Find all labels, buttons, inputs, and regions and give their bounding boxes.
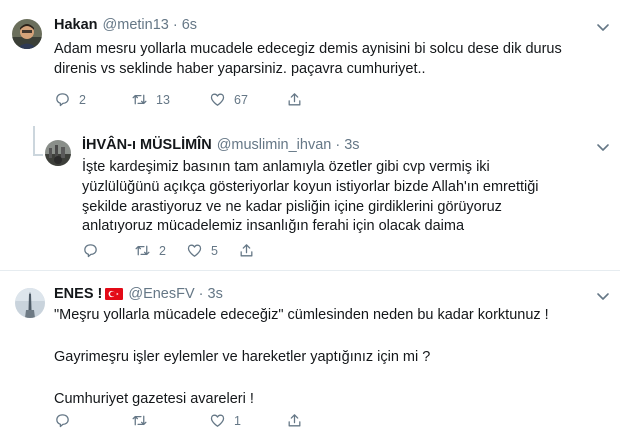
retweet-icon: [135, 245, 150, 256]
tweet-time[interactable]: 3s: [344, 137, 359, 153]
author-name[interactable]: İHVÂN-ı MÜSLİMÎN: [82, 137, 212, 153]
like-icon: [187, 244, 202, 257]
retweet-count: 13: [156, 92, 170, 107]
author-name[interactable]: Hakan: [54, 17, 98, 33]
tweet-text: İşte kardeşimiz basının tam anlamıyla öz…: [82, 159, 539, 235]
retweet-button[interactable]: 2: [134, 242, 186, 259]
tweet-text: Adam mesru yollarla mucadele edecegiz de…: [54, 41, 562, 77]
reply-icon: [56, 93, 69, 107]
retweet-icon: [132, 94, 147, 105]
tweet-enes[interactable]: ENES ! @EnesFV · 3s "Meşru yollarla müca…: [0, 271, 620, 440]
avatar-hakan[interactable]: [12, 19, 42, 49]
like-icon: [210, 414, 225, 427]
like-icon: [210, 93, 225, 106]
turkey-flag-icon: [105, 288, 124, 300]
share-icon: [240, 244, 253, 257]
chevron-down-icon[interactable]: [596, 289, 610, 303]
share-button[interactable]: [238, 242, 255, 259]
reply-button[interactable]: [54, 412, 131, 429]
reply-count: 2: [79, 92, 86, 107]
like-button[interactable]: 67: [209, 91, 286, 108]
like-count: 67: [234, 92, 248, 107]
author-handle[interactable]: @muslimin_ihvan: [217, 137, 332, 153]
reply-button[interactable]: 2: [54, 91, 131, 108]
retweet-count: 2: [159, 243, 166, 258]
share-icon: [288, 93, 301, 106]
like-count: 1: [234, 413, 241, 428]
separator-dot: ·: [335, 137, 341, 153]
author-handle[interactable]: @EnesFV: [128, 286, 194, 302]
separator-dot: ·: [198, 286, 204, 302]
like-count: 5: [211, 243, 218, 258]
avatar-enes[interactable]: [15, 288, 45, 318]
author-handle[interactable]: @metin13: [103, 17, 169, 33]
share-button[interactable]: [286, 412, 303, 429]
retweet-button[interactable]: 13: [131, 91, 209, 108]
reply-button[interactable]: [82, 242, 134, 259]
avatar-ihvan[interactable]: [45, 140, 71, 166]
reply-icon: [56, 414, 69, 428]
tweet-time[interactable]: 3s: [208, 286, 223, 302]
share-button[interactable]: [286, 91, 303, 108]
chevron-down-icon[interactable]: [596, 20, 610, 34]
chevron-down-icon[interactable]: [596, 140, 610, 154]
like-button[interactable]: 1: [209, 412, 286, 429]
like-button[interactable]: 5: [186, 242, 238, 259]
tweet-time[interactable]: 6s: [182, 17, 197, 33]
author-name[interactable]: ENES !: [54, 286, 102, 302]
tweet-hakan[interactable]: Hakan @metin13 · 6s Adam mesru yollarla …: [0, 0, 620, 130]
retweet-icon: [132, 415, 147, 426]
tweet-ihvan[interactable]: İHVÂN-ı MÜSLİMÎN @muslimin_ihvan · 3s İş…: [0, 130, 620, 265]
reply-icon: [84, 244, 97, 258]
retweet-button[interactable]: [131, 412, 209, 429]
tweet-text: "Meşru yollarla mücadele edeceğiz" cümle…: [54, 307, 549, 407]
separator-dot: ·: [172, 17, 178, 33]
share-icon: [288, 414, 301, 427]
